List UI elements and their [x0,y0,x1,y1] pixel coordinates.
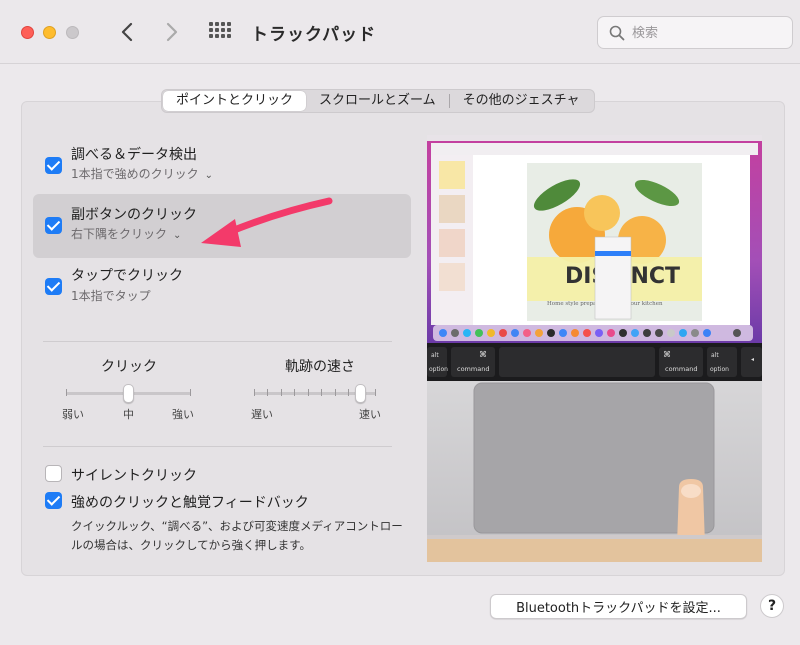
click-label-light: 弱い [62,408,84,421]
divider [43,341,392,342]
key-command-left: command [457,365,489,373]
divider [43,446,392,447]
setup-bluetooth-trackpad-button[interactable]: Bluetoothトラックパッドを設定... [490,594,747,619]
close-button[interactable] [21,26,34,39]
tracking-tick [294,389,296,396]
tab-point-and-click[interactable]: ポイントとクリック [163,91,307,111]
lookup-gesture-value: 1本指で強めのクリック [71,167,199,181]
click-label-medium: 中 [123,408,134,421]
key-alt-left: alt [431,352,439,359]
tracking-label-slow: 遅い [251,408,273,421]
tracking-slider-title: 軌跡の速さ [285,359,355,375]
key-option-left: option [429,366,448,373]
tab-scroll-and-zoom[interactable]: スクロールとズーム [306,91,449,111]
minimize-button[interactable] [43,26,56,39]
arrow-key-glyph: ◂ [751,356,754,363]
gesture-preview-video: DISTINCT Home style preparations for you… [427,135,762,562]
tracking-tick [280,389,282,396]
secondary-click-value: 右下隅をクリック [71,227,168,241]
secondary-click-checkbox[interactable] [45,217,62,234]
preferences-window: トラックパッド ポイントとクリック スクロールとズーム その他のジェスチャ 調べ… [0,0,800,645]
lookup-checkbox[interactable] [45,157,62,174]
key-alt-right: alt [711,352,719,359]
force-click-checkbox[interactable] [45,492,62,509]
key-command-right: command [665,365,697,373]
forward-button[interactable] [160,17,184,47]
tab-more-gestures[interactable]: その他のジェスチャ [450,91,593,111]
silent-click-label: サイレントクリック [71,468,197,484]
key-cmd-symbol-right: ⌘ [663,350,671,359]
tap-to-click-sub: 1本指でタップ [71,289,151,303]
lookup-label: 調べる＆データ検出 [71,147,197,163]
titlebar: トラックパッド [0,0,800,64]
zoom-button[interactable] [66,26,79,39]
back-button[interactable] [115,17,139,47]
tab-bar: ポイントとクリック スクロールとズーム その他のジェスチャ [161,89,595,113]
search-icon [609,25,625,41]
search-field[interactable] [597,16,793,49]
click-slider-knob[interactable] [123,384,134,403]
chevron-down-icon: ⌄ [173,230,182,241]
tracking-tick [267,389,269,396]
click-label-firm: 強い [172,408,194,421]
tracking-label-fast: 速い [359,408,381,421]
tracking-tick [334,389,336,396]
tracking-tick [375,389,376,396]
click-slider-title: クリック [101,359,157,375]
secondary-click-label: 副ボタンのクリック [71,207,197,223]
key-option-right: option [710,366,729,373]
preview-illustration: DISTINCT Home style preparations for you… [427,135,762,562]
search-input[interactable] [632,23,782,43]
silent-click-checkbox[interactable] [45,465,62,482]
chevron-down-icon: ⌄ [204,170,214,181]
tracking-tick [321,389,323,396]
annotation-arrow [201,197,333,247]
tracking-slider-knob[interactable] [355,384,366,403]
tracking-tick [348,389,350,396]
secondary-click-select[interactable]: 右下隅をクリック ⌄ [71,225,181,242]
chevron-right-icon [166,22,178,42]
chevron-left-icon [121,22,133,42]
tap-to-click-checkbox[interactable] [45,278,62,295]
click-tick [190,389,191,396]
help-button[interactable]: ? [760,594,784,618]
tap-to-click-label: タップでクリック [71,268,183,284]
tracking-tick [254,389,255,396]
show-all-grid-icon[interactable] [209,22,233,42]
key-cmd-symbol-left: ⌘ [479,350,487,359]
force-click-description: クイックルック、“調べる”、および可変速度メディアコントロールの場合は、クリック… [71,519,403,552]
force-click-label: 強めのクリックと触覚フィードバック [71,495,309,511]
click-tick [66,389,67,396]
lookup-gesture-select[interactable]: 1本指で強めのクリック ⌄ [71,165,213,182]
tracking-tick [307,389,309,396]
window-title: トラックパッド [251,25,377,45]
